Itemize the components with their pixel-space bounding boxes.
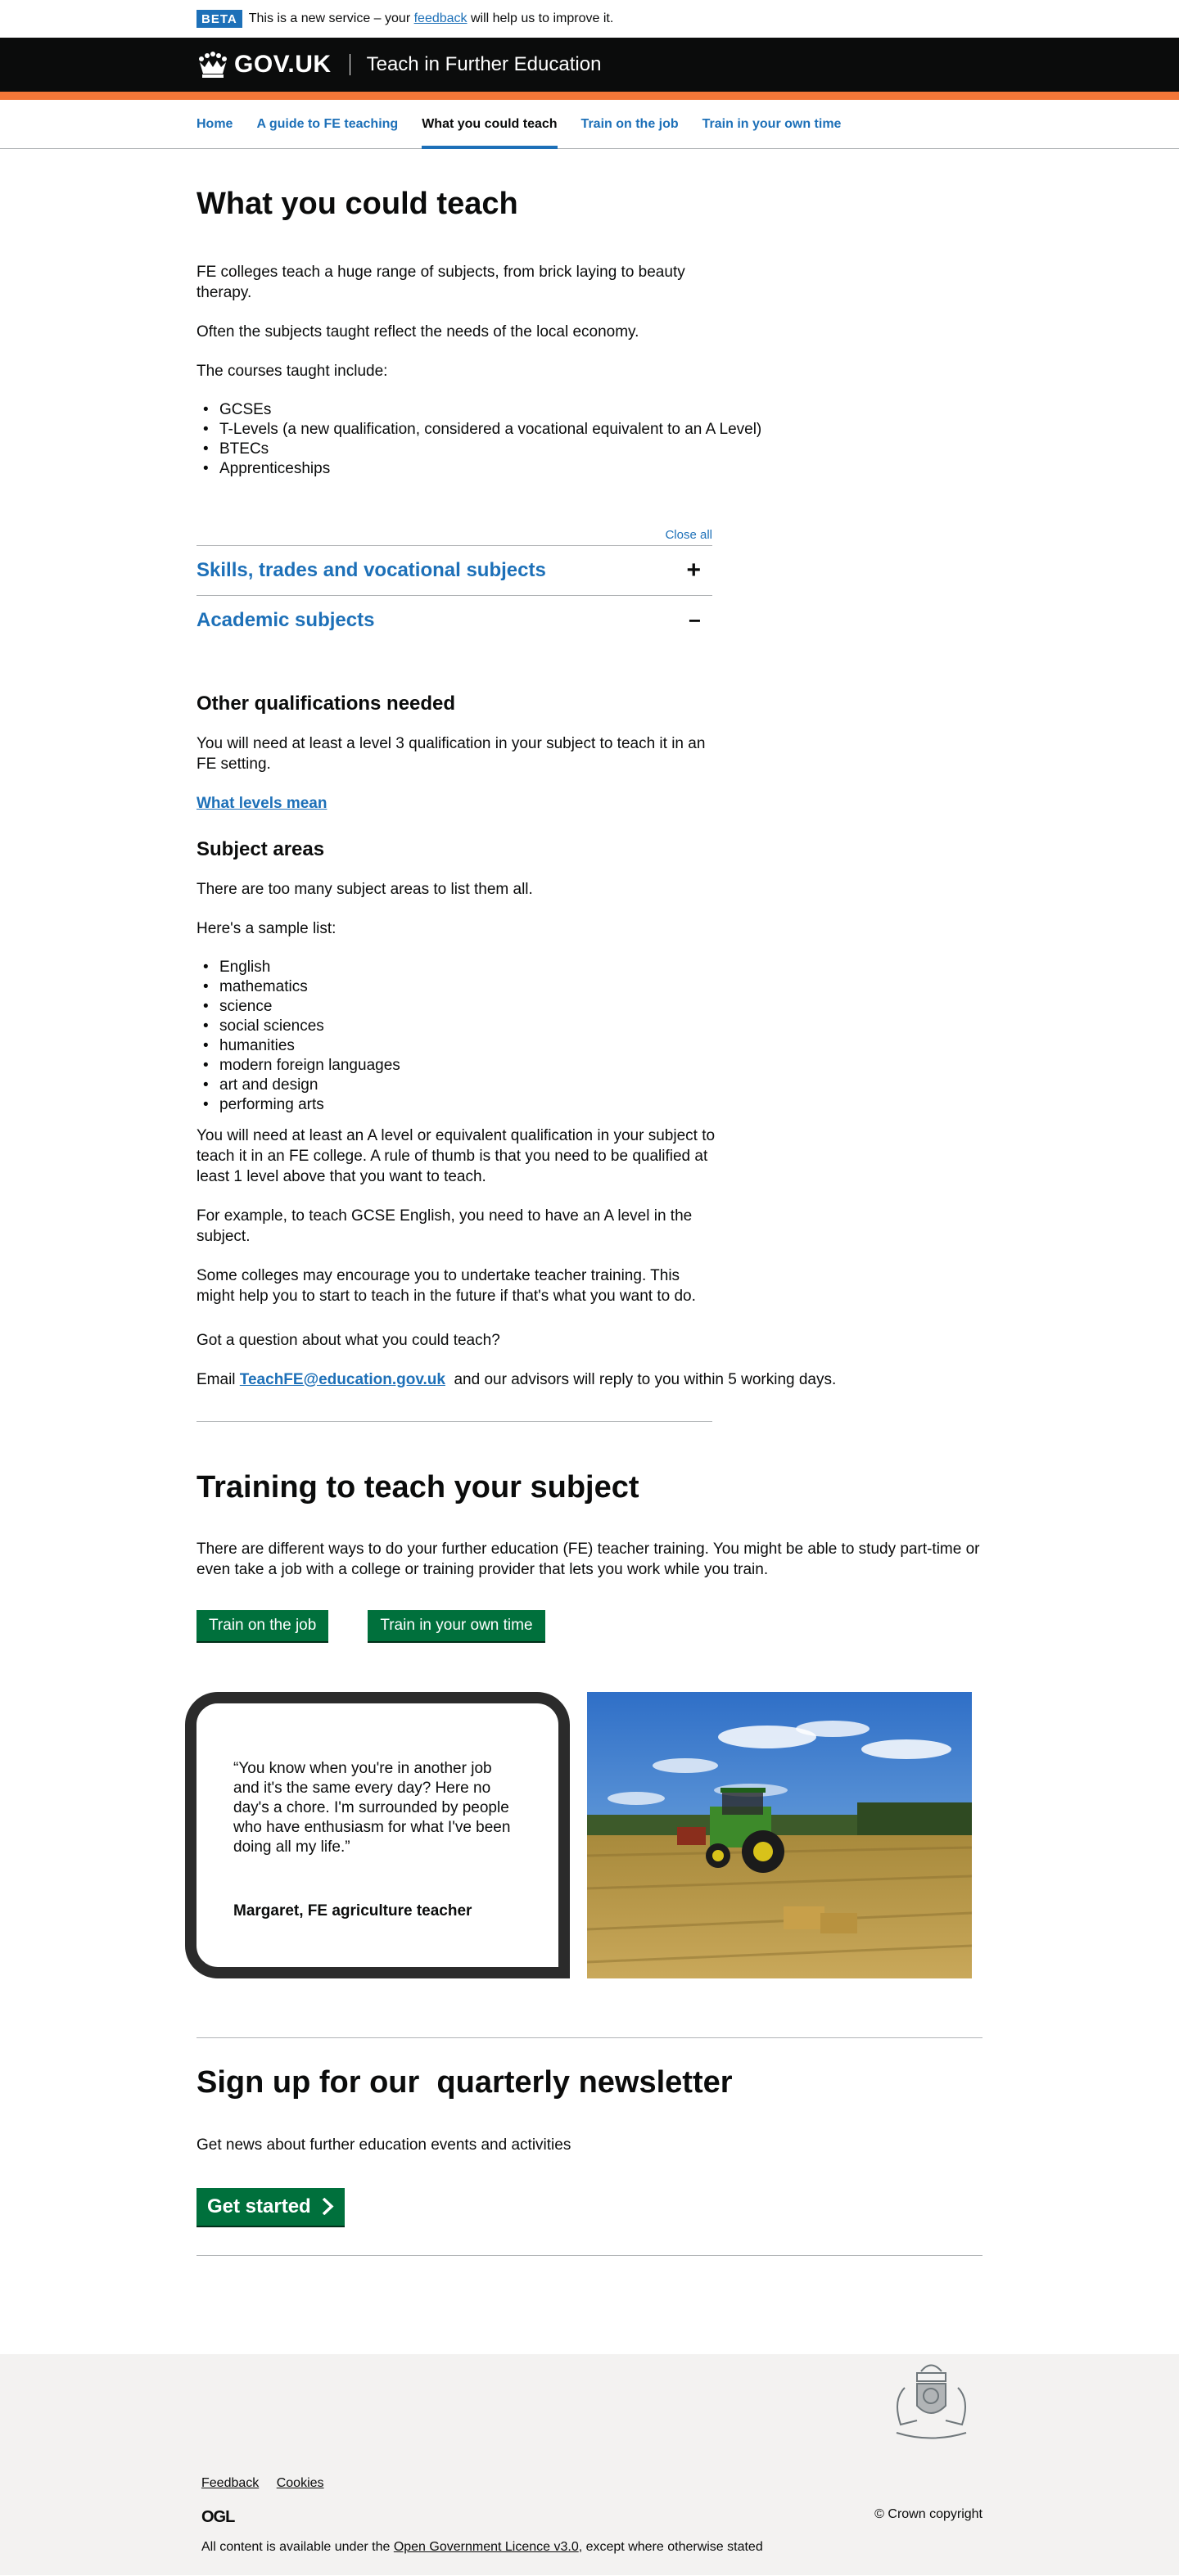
logo-text: GOV.UK <box>234 51 332 78</box>
licence-link[interactable]: Open Government Licence v3.0 <box>394 2540 579 2554</box>
nav-item-guide[interactable]: A guide to FE teaching <box>256 100 398 149</box>
subject-areas-text: There are too many subject areas to list… <box>196 880 533 898</box>
footer-link-cookies[interactable]: Cookies <box>277 2476 324 2490</box>
what-levels-mean-link[interactable]: What levels mean <box>196 795 327 812</box>
intro-paragraph: The courses taught include: <box>196 362 388 380</box>
newsletter-text: Get news about further education events … <box>196 2136 571 2154</box>
plus-icon[interactable]: + <box>686 557 701 583</box>
page-title: What you could teach <box>196 187 518 221</box>
subject-areas-heading: Subject areas <box>196 837 325 860</box>
list-item: mathematics <box>203 977 982 997</box>
tractor-image <box>587 1692 972 1979</box>
subject-areas-text: Some colleges may encourage you to under… <box>196 1266 696 1305</box>
footer-link-feedback[interactable]: Feedback <box>201 2476 259 2490</box>
accordion-section-skills[interactable]: Skills, trades and vocational subjects + <box>196 544 712 595</box>
training-buttons: Train on the job Train in your own time <box>196 1610 982 1642</box>
other-qualifications-text: You will need at least a level 3 qualifi… <box>196 734 706 773</box>
courses-list: GCSEs T-Levels (a new qualification, con… <box>196 400 982 479</box>
list-item: art and design <box>203 1076 982 1095</box>
phase-banner: BETA This is a new service – your feedba… <box>0 0 1179 38</box>
section-divider <box>196 2254 982 2256</box>
question-text: Got a question about what you could teac… <box>196 1331 500 1349</box>
footer-links: Feedback Cookies <box>201 2476 338 2491</box>
train-on-job-button[interactable]: Train on the job <box>196 1610 329 1642</box>
list-item: Apprenticeships <box>203 459 982 479</box>
list-item: English <box>203 958 982 977</box>
list-item: social sciences <box>203 1017 982 1036</box>
get-started-button[interactable]: Get started <box>196 2187 345 2226</box>
subjects-accordion: Close all Skills, trades and vocational … <box>196 528 712 645</box>
subject-list: English mathematics science social scien… <box>196 958 982 1115</box>
subject-areas-text: You will need at least an A level or equ… <box>196 1126 716 1185</box>
crown-copyright-link[interactable]: © Crown copyright <box>874 2507 982 2521</box>
subject-areas-text: Here's a sample list: <box>196 919 337 937</box>
site-header: GOV.UK Teach in Further Education <box>0 38 1179 100</box>
training-text: There are different ways to do your furt… <box>196 1541 980 1579</box>
feedback-link[interactable]: feedback <box>414 11 468 25</box>
accordion-title[interactable]: Academic subjects <box>196 609 374 632</box>
train-own-time-button[interactable]: Train in your own time <box>368 1610 545 1642</box>
nav-item-train-own-time[interactable]: Train in your own time <box>702 100 842 149</box>
nav-item-train-on-job[interactable]: Train on the job <box>581 100 679 149</box>
training-title: Training to teach your subject <box>196 1469 639 1505</box>
email-link[interactable]: TeachFE@education.gov.uk <box>240 1371 445 1388</box>
testimonial-author: Margaret, FE agriculture teacher <box>233 1902 472 1920</box>
intro-paragraph: Often the subjects taught reflect the ne… <box>196 323 639 341</box>
accordion-section-academic[interactable]: Academic subjects − <box>196 594 712 645</box>
newsletter-section: Sign up for our quarterly newsletter Get… <box>196 2011 982 2256</box>
testimonial-card: “You know when you're in another job and… <box>185 1692 570 1979</box>
crown-icon <box>199 52 227 78</box>
royal-coat-of-arms-icon <box>896 2364 967 2439</box>
main-content: What you could teach FE colleges teach a… <box>0 149 1179 2256</box>
intro-paragraph: FE colleges teach a huge range of subjec… <box>196 263 685 301</box>
accordion-title[interactable]: Skills, trades and vocational subjects <box>196 559 546 582</box>
subject-areas-text: For example, to teach GCSE English, you … <box>196 1207 693 1245</box>
list-item: science <box>203 997 982 1017</box>
other-qualifications-heading: Other qualifications needed <box>196 692 456 715</box>
list-item: modern foreign languages <box>203 1056 982 1076</box>
list-item: humanities <box>203 1036 982 1056</box>
licence-text: All content is available under the Open … <box>201 2539 763 2554</box>
newsletter-title: Sign up for our quarterly newsletter <box>196 2065 733 2100</box>
list-item: T-Levels (a new qualification, considere… <box>203 420 982 440</box>
chevron-right-icon <box>322 2198 334 2216</box>
list-item: performing arts <box>203 1095 982 1115</box>
beta-tag: BETA <box>196 10 242 28</box>
list-item: GCSEs <box>203 400 982 420</box>
main-nav: Home A guide to FE teaching What you cou… <box>0 100 1179 149</box>
site-footer: Feedback Cookies OGL All content is avai… <box>0 2353 1179 2575</box>
section-divider <box>196 2037 982 2039</box>
close-all-button[interactable]: Close all <box>665 528 712 542</box>
list-item: BTECs <box>203 440 982 459</box>
ogl-logo: OGL <box>201 2507 235 2527</box>
ogl-icon: OGL <box>201 2507 235 2526</box>
section-divider <box>196 1420 712 1422</box>
nav-item-what-you-could-teach[interactable]: What you could teach <box>422 100 558 149</box>
testimonial-feature: “You know when you're in another job and… <box>185 1692 982 1979</box>
tractor-photo <box>587 1692 972 1979</box>
testimonial-quote: “You know when you're in another job and… <box>233 1760 511 1856</box>
phase-banner-text: This is a new service – your feedback wi… <box>248 11 614 25</box>
govuk-logo[interactable]: GOV.UK <box>196 51 332 79</box>
nav-item-home[interactable]: Home <box>196 100 233 149</box>
service-name[interactable]: Teach in Further Education <box>349 54 601 75</box>
email-text: Email TeachFE@education.gov.uk and our a… <box>196 1370 837 1388</box>
minus-icon[interactable]: − <box>689 610 701 631</box>
